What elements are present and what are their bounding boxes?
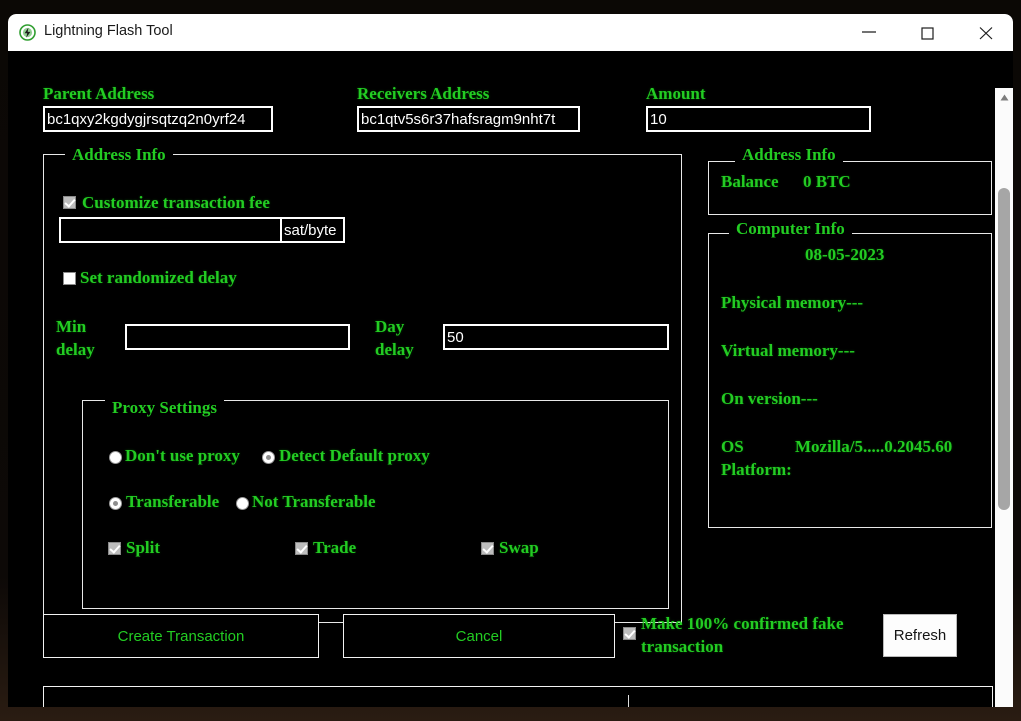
address-info-group-title: Address Info — [65, 145, 173, 165]
client-area: Parent Address bc1qxy2kgdygjrsqtzq2n0yrf… — [8, 51, 1013, 707]
application-window: Lightning Flash Tool Parent Address bc1q… — [8, 14, 1013, 707]
maximize-button[interactable] — [904, 14, 950, 51]
create-transaction-button[interactable]: Create Transaction — [43, 614, 319, 658]
cancel-button[interactable]: Cancel — [343, 614, 615, 658]
customize-fee-checkbox[interactable] — [63, 196, 76, 209]
scroll-up-arrow-icon[interactable] — [995, 88, 1013, 106]
computer-info-group — [708, 233, 992, 528]
on-version-value: On version--- — [721, 389, 818, 409]
fake-transaction-checkbox[interactable] — [623, 627, 636, 640]
radio-dont-use-proxy-label: Don't use proxy — [125, 446, 240, 466]
amount-label: Amount — [646, 84, 706, 104]
physical-memory-value: Physical memory--- — [721, 293, 863, 313]
radio-transferable-label: Transferable — [126, 492, 219, 512]
proxy-settings-group-title: Proxy Settings — [105, 398, 224, 418]
radio-not-transferable[interactable] — [236, 497, 249, 510]
radio-not-transferable-label: Not Transferable — [252, 492, 376, 512]
parent-address-input[interactable]: bc1qxy2kgdygjrsqtzq2n0yrf24 — [43, 106, 273, 132]
balance-value: 0 BTC — [803, 172, 851, 192]
customize-fee-label: Customize transaction fee — [82, 193, 270, 213]
split-label: Split — [126, 538, 160, 558]
day-delay-input[interactable]: 50 — [443, 324, 669, 350]
platform-label: Platform: — [721, 460, 792, 480]
fake-transaction-label: Make 100% confirmed fake transaction — [641, 613, 876, 659]
receivers-address-label: Receivers Address — [357, 84, 489, 104]
virtual-memory-value: Virtual memory--- — [721, 341, 855, 361]
bottom-log-panel — [43, 686, 993, 707]
min-delay-label: Min delay — [56, 316, 116, 362]
scrollbar-thumb[interactable] — [998, 188, 1010, 510]
balance-label: Balance — [721, 172, 779, 192]
computer-info-date: 08-05-2023 — [805, 245, 884, 265]
desktop-background: Lightning Flash Tool Parent Address bc1q… — [0, 0, 1021, 721]
os-value: Mozilla/5.....0.2045.60 — [795, 437, 952, 457]
receivers-address-input[interactable]: bc1qtv5s6r37hafsragm9nht7t — [357, 106, 580, 132]
app-lightning-icon — [19, 24, 36, 41]
radio-detect-default-proxy-label: Detect Default proxy — [279, 446, 430, 466]
min-delay-input[interactable] — [125, 324, 350, 350]
day-delay-label: Day delay — [375, 316, 433, 362]
fee-unit-label: sat/byte — [280, 217, 345, 243]
refresh-button[interactable]: Refresh — [883, 614, 957, 657]
trade-checkbox[interactable] — [295, 542, 308, 555]
balance-info-group-title: Address Info — [735, 145, 843, 165]
amount-input[interactable]: 10 — [646, 106, 871, 132]
radio-transferable[interactable] — [109, 497, 122, 510]
split-checkbox[interactable] — [108, 542, 121, 555]
randomized-delay-label: Set randomized delay — [80, 268, 237, 288]
bottom-panel-divider — [628, 695, 629, 707]
close-button[interactable] — [963, 14, 1009, 51]
os-label: OS — [721, 437, 744, 457]
radio-detect-default-proxy[interactable] — [262, 451, 275, 464]
swap-label: Swap — [499, 538, 539, 558]
minimize-button[interactable] — [846, 14, 892, 51]
trade-label: Trade — [313, 538, 356, 558]
parent-address-label: Parent Address — [43, 84, 154, 104]
window-title: Lightning Flash Tool — [44, 23, 173, 39]
vertical-scrollbar[interactable] — [995, 88, 1013, 707]
computer-info-group-title: Computer Info — [729, 219, 852, 239]
swap-checkbox[interactable] — [481, 542, 494, 555]
randomized-delay-checkbox[interactable] — [63, 272, 76, 285]
customize-fee-input[interactable] — [59, 217, 291, 243]
title-bar[interactable]: Lightning Flash Tool — [8, 14, 1013, 51]
radio-dont-use-proxy[interactable] — [109, 451, 122, 464]
